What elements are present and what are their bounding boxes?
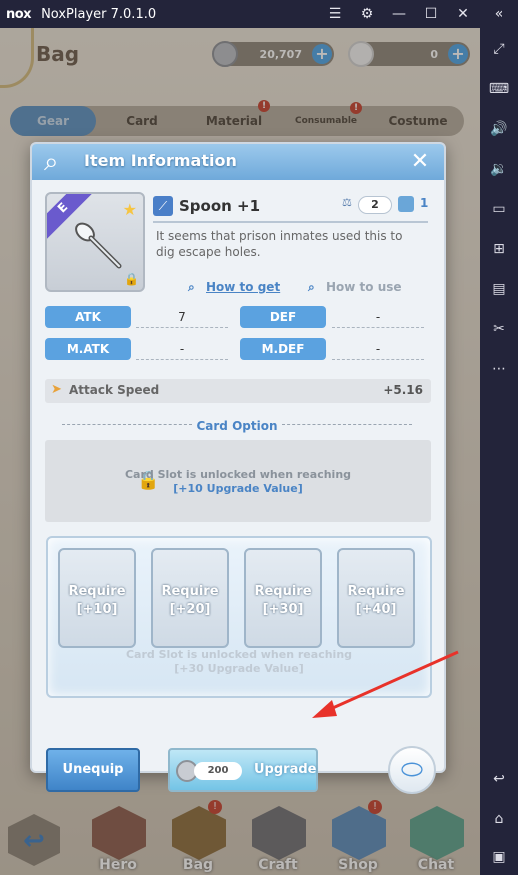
back-icon[interactable]: ↩ <box>488 768 510 790</box>
stat-value-mdef: - <box>332 338 424 360</box>
stat-label-matk: M.ATK <box>45 338 131 360</box>
stat-value-atk: 7 <box>136 306 228 328</box>
stat-label-mdef: M.DEF <box>240 338 326 360</box>
weight-value: 2 <box>358 196 392 214</box>
close-dialog-button[interactable]: ✕ <box>406 148 434 176</box>
require-card-3[interactable]: Require [+30] <box>244 548 322 648</box>
item-name: Spoon +1 <box>179 197 261 215</box>
volume-up-icon[interactable]: 🔊 <box>488 118 510 140</box>
attack-speed-label: Attack Speed <box>69 383 160 397</box>
scissors-icon[interactable]: ✂ <box>488 318 510 340</box>
card-slot: 🔒 Card Slot is unlocked when reaching [+… <box>45 440 431 522</box>
fullscreen-icon[interactable]: ⤢ <box>488 38 510 60</box>
how-to-get-link[interactable]: How to get <box>206 280 280 294</box>
close-icon[interactable]: ✕ <box>452 3 474 25</box>
attack-speed-value: +5.16 <box>383 383 423 397</box>
how-to-get-search-icon: ⌕ <box>188 280 195 294</box>
weight-icon: ⚖ <box>342 196 352 209</box>
how-to-use-link[interactable]: How to use <box>326 280 402 294</box>
nox-logo: nox <box>6 6 32 22</box>
maximize-icon[interactable]: ☐ <box>420 3 442 25</box>
upgrade-button[interactable]: 200 Upgrade <box>168 748 318 792</box>
volume-down-icon[interactable]: 🔉 <box>488 158 510 180</box>
item-slot: E ★ 🔒 <box>45 192 145 292</box>
stat-label-def: DEF <box>240 306 326 328</box>
screen-icon[interactable]: ▭ <box>488 198 510 220</box>
divider-left <box>62 424 192 425</box>
item-description: It seems that prison inmates used this t… <box>156 229 403 259</box>
item-info-dialog: ⌕ Item Information ✕ E ★ 🔒 ⟋ Spoon +1 ⚖ … <box>30 142 446 794</box>
count-icon <box>398 196 414 212</box>
item-name-row: ⟋ Spoon +1 <box>153 194 260 218</box>
slot-locked-text: Card Slot is unlocked when reaching <box>124 468 352 481</box>
ghost-slot-requirement: [+30 Upgrade Value] <box>174 662 304 675</box>
dialog-header: ⌕ Item Information ✕ <box>32 144 444 180</box>
attack-speed-row: ➤ Attack Speed +5.16 <box>45 379 431 403</box>
eraser-icon[interactable]: ⬭ <box>388 746 436 794</box>
upgrade-label: Upgrade <box>254 762 317 777</box>
card-option-label: Card Option <box>196 419 278 433</box>
divider-right <box>282 424 412 425</box>
stat-value-def: - <box>332 306 424 328</box>
window-title: NoxPlayer 7.0.1.0 <box>41 6 157 22</box>
menu-icon[interactable]: ☰ <box>324 3 346 25</box>
stat-label-atk: ATK <box>45 306 131 328</box>
weapon-type-icon: ⟋ <box>153 196 173 216</box>
card-option-header: Card Option <box>62 415 412 433</box>
apk-install-icon[interactable]: ⊞ <box>488 238 510 260</box>
ghost-slot-text: Card Slot is unlocked when reaching <box>125 648 353 661</box>
require-card-4[interactable]: Require [+40] <box>337 548 415 648</box>
home-icon[interactable]: ⌂ <box>488 808 510 830</box>
title-bar: nox NoxPlayer 7.0.1.0 ☰ ⚙ — ☐ ✕ « <box>0 0 518 28</box>
stat-value-matk: - <box>136 338 228 360</box>
slot-requirement-text: [+10 Upgrade Value] <box>173 482 303 495</box>
dialog-title: Item Information <box>84 151 237 170</box>
emulator-sidebar: ⤢ ⌨ 🔊 🔉 ▭ ⊞ ▤ ✂ ⋯ ↩ ⌂ ▣ <box>480 28 518 875</box>
game-screen: Bag 20,707 + 0 + Gear Card Material! Con… <box>0 28 480 875</box>
more-icon[interactable]: ⋯ <box>488 358 510 380</box>
keyboard-icon[interactable]: ⌨ <box>488 78 510 100</box>
arrow-right-icon: ➤ <box>51 382 62 397</box>
unequip-button[interactable]: Unequip <box>46 748 140 792</box>
minimize-icon[interactable]: — <box>388 3 410 25</box>
count-value: 1 <box>420 196 429 210</box>
collapse-sidebar-icon[interactable]: « <box>488 3 510 25</box>
emulator-window: nox NoxPlayer 7.0.1.0 ☰ ⚙ — ☐ ✕ « ⤢ ⌨ 🔊 … <box>0 0 518 875</box>
upgrade-cost: 200 <box>194 762 242 780</box>
recent-apps-icon[interactable]: ▣ <box>488 846 510 868</box>
name-divider <box>153 221 428 223</box>
how-to-use-search-icon: ⌕ <box>308 280 315 294</box>
require-card-1[interactable]: Require [+10] <box>58 548 136 648</box>
gear-icon[interactable]: ⚙ <box>356 3 378 25</box>
require-cards-panel: Card Slot is unlocked when reaching [+30… <box>46 536 432 698</box>
require-card-2[interactable]: Require [+20] <box>151 548 229 648</box>
lock-icon[interactable]: 🔒 <box>124 272 139 286</box>
spoon-icon <box>75 222 122 269</box>
magnifier-icon: ⌕ <box>44 147 59 177</box>
multi-instance-icon[interactable]: ▤ <box>488 278 510 300</box>
